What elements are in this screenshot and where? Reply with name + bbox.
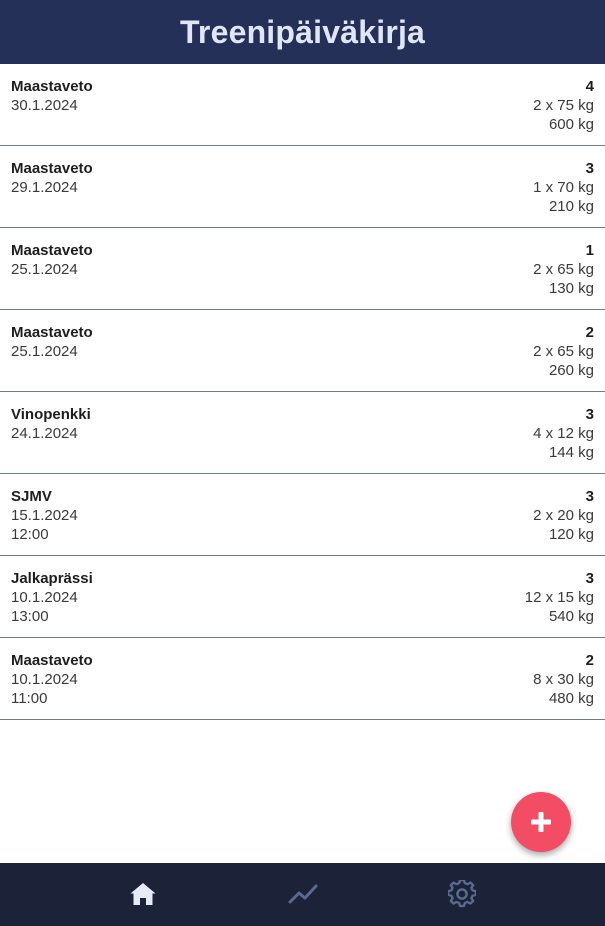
exercise-name: Maastaveto	[11, 78, 93, 95]
exercise-name: Vinopenkki	[11, 406, 91, 423]
exercise-name: Maastaveto	[11, 160, 93, 177]
workout-list: Maastaveto 30.1.2024 4 2 x 75 kg 600 kg …	[0, 64, 605, 720]
list-item[interactable]: Maastaveto 29.1.2024 3 1 x 70 kg 210 kg	[0, 146, 605, 228]
plus-icon	[531, 812, 551, 832]
exercise-name: Maastaveto	[11, 652, 93, 669]
set-count: 3	[585, 570, 594, 587]
total-weight: 480 kg	[548, 690, 594, 707]
set-count: 4	[585, 78, 594, 95]
add-workout-button[interactable]	[511, 792, 571, 852]
set-count: 3	[585, 488, 594, 505]
exercise-name: Maastaveto	[11, 242, 93, 259]
nav-settings[interactable]	[442, 876, 482, 912]
workout-date: 24.1.2024	[11, 425, 78, 442]
set-count: 2	[585, 652, 594, 669]
chart-icon	[288, 884, 318, 904]
list-item[interactable]: Jalkaprässi 10.1.2024 13:00 3 12 x 15 kg…	[0, 556, 605, 638]
reps-weight: 4 x 12 kg	[533, 425, 594, 442]
total-weight: 120 kg	[548, 526, 594, 543]
total-weight: 600 kg	[548, 116, 594, 133]
set-count: 3	[585, 160, 594, 177]
workout-time: 13:00	[11, 608, 49, 625]
list-item[interactable]: Maastaveto 25.1.2024 2 2 x 65 kg 260 kg	[0, 310, 605, 392]
app-header: Treenipäiväkirja	[0, 0, 605, 64]
workout-time: 12:00	[11, 526, 49, 543]
total-weight: 260 kg	[548, 362, 594, 379]
workout-date: 29.1.2024	[11, 179, 78, 196]
exercise-name: Maastaveto	[11, 324, 93, 341]
list-item[interactable]: Vinopenkki 24.1.2024 3 4 x 12 kg 144 kg	[0, 392, 605, 474]
gear-icon	[448, 880, 476, 908]
set-count: 3	[585, 406, 594, 423]
workout-date: 30.1.2024	[11, 97, 78, 114]
workout-date: 10.1.2024	[11, 589, 78, 606]
set-count: 1	[585, 242, 594, 259]
workout-date: 25.1.2024	[11, 343, 78, 360]
nav-stats[interactable]	[283, 876, 323, 912]
workout-date: 10.1.2024	[11, 671, 78, 688]
total-weight: 144 kg	[548, 444, 594, 461]
total-weight: 210 kg	[548, 198, 594, 215]
reps-weight: 2 x 65 kg	[533, 261, 594, 278]
reps-weight: 8 x 30 kg	[533, 671, 594, 688]
list-item[interactable]: SJMV 15.1.2024 12:00 3 2 x 20 kg 120 kg	[0, 474, 605, 556]
total-weight: 130 kg	[548, 280, 594, 297]
workout-date: 25.1.2024	[11, 261, 78, 278]
set-count: 2	[585, 324, 594, 341]
reps-weight: 2 x 75 kg	[533, 97, 594, 114]
reps-weight: 2 x 20 kg	[533, 507, 594, 524]
bottom-navigation	[0, 863, 605, 926]
list-item[interactable]: Maastaveto 10.1.2024 11:00 2 8 x 30 kg 4…	[0, 638, 605, 720]
nav-home[interactable]	[123, 876, 163, 912]
workout-time: 11:00	[11, 690, 48, 707]
workout-date: 15.1.2024	[11, 507, 78, 524]
list-item[interactable]: Maastaveto 25.1.2024 1 2 x 65 kg 130 kg	[0, 228, 605, 310]
reps-weight: 2 x 65 kg	[533, 343, 594, 360]
reps-weight: 1 x 70 kg	[533, 179, 594, 196]
exercise-name: Jalkaprässi	[11, 570, 93, 587]
page-title: Treenipäiväkirja	[179, 13, 426, 50]
list-item[interactable]: Maastaveto 30.1.2024 4 2 x 75 kg 600 kg	[0, 64, 605, 146]
total-weight: 540 kg	[548, 608, 594, 625]
reps-weight: 12 x 15 kg	[524, 589, 594, 606]
exercise-name: SJMV	[11, 488, 52, 505]
home-icon	[130, 883, 156, 905]
